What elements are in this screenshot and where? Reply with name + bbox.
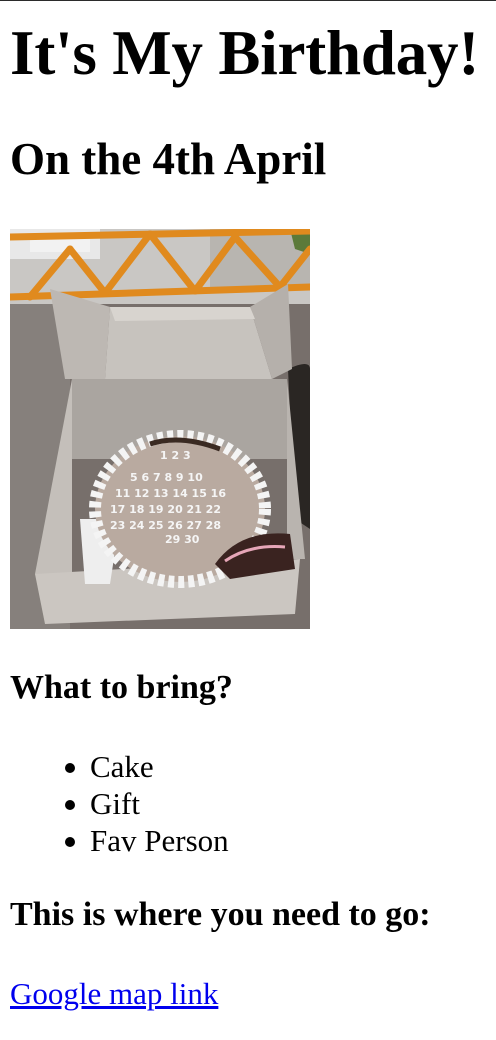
- top-border: [0, 0, 496, 1]
- svg-text:11 12 13 14 15 16: 11 12 13 14 15 16: [115, 487, 226, 500]
- svg-text:23 24 25 26 27 28: 23 24 25 26 27 28: [110, 519, 221, 532]
- bullet-icon: [65, 800, 75, 810]
- list-item: Gift: [65, 785, 229, 822]
- list-item-label: Fav Person: [90, 823, 229, 858]
- page-title: It's My Birthday!: [10, 18, 480, 88]
- bullet-icon: [65, 837, 75, 847]
- svg-text:17 18 19 20 21 22: 17 18 19 20 21 22: [110, 503, 221, 516]
- bring-list: Cake Gift Fav Person: [10, 748, 229, 859]
- list-item: Cake: [65, 748, 229, 785]
- list-item-label: Cake: [90, 749, 154, 784]
- svg-text:5 6 7 8 9 10: 5 6 7 8 9 10: [130, 471, 203, 484]
- svg-text:1 2 3: 1 2 3: [160, 449, 191, 462]
- svg-text:29 30: 29 30: [165, 533, 200, 546]
- bring-heading: What to bring?: [10, 669, 233, 706]
- location-heading: This is where you need to go:: [10, 896, 431, 933]
- google-map-link[interactable]: Google map link: [10, 976, 218, 1012]
- list-item: Fav Person: [65, 822, 229, 859]
- bullet-icon: [65, 763, 75, 773]
- cake-photo-drawing: 1 2 3 5 6 7 8 9 10 11 12 13 14 15 16 17 …: [10, 229, 310, 629]
- birthday-cake-photo: 1 2 3 5 6 7 8 9 10 11 12 13 14 15 16 17 …: [10, 229, 310, 629]
- date-subtitle: On the 4th April: [10, 134, 327, 184]
- list-item-label: Gift: [90, 786, 140, 821]
